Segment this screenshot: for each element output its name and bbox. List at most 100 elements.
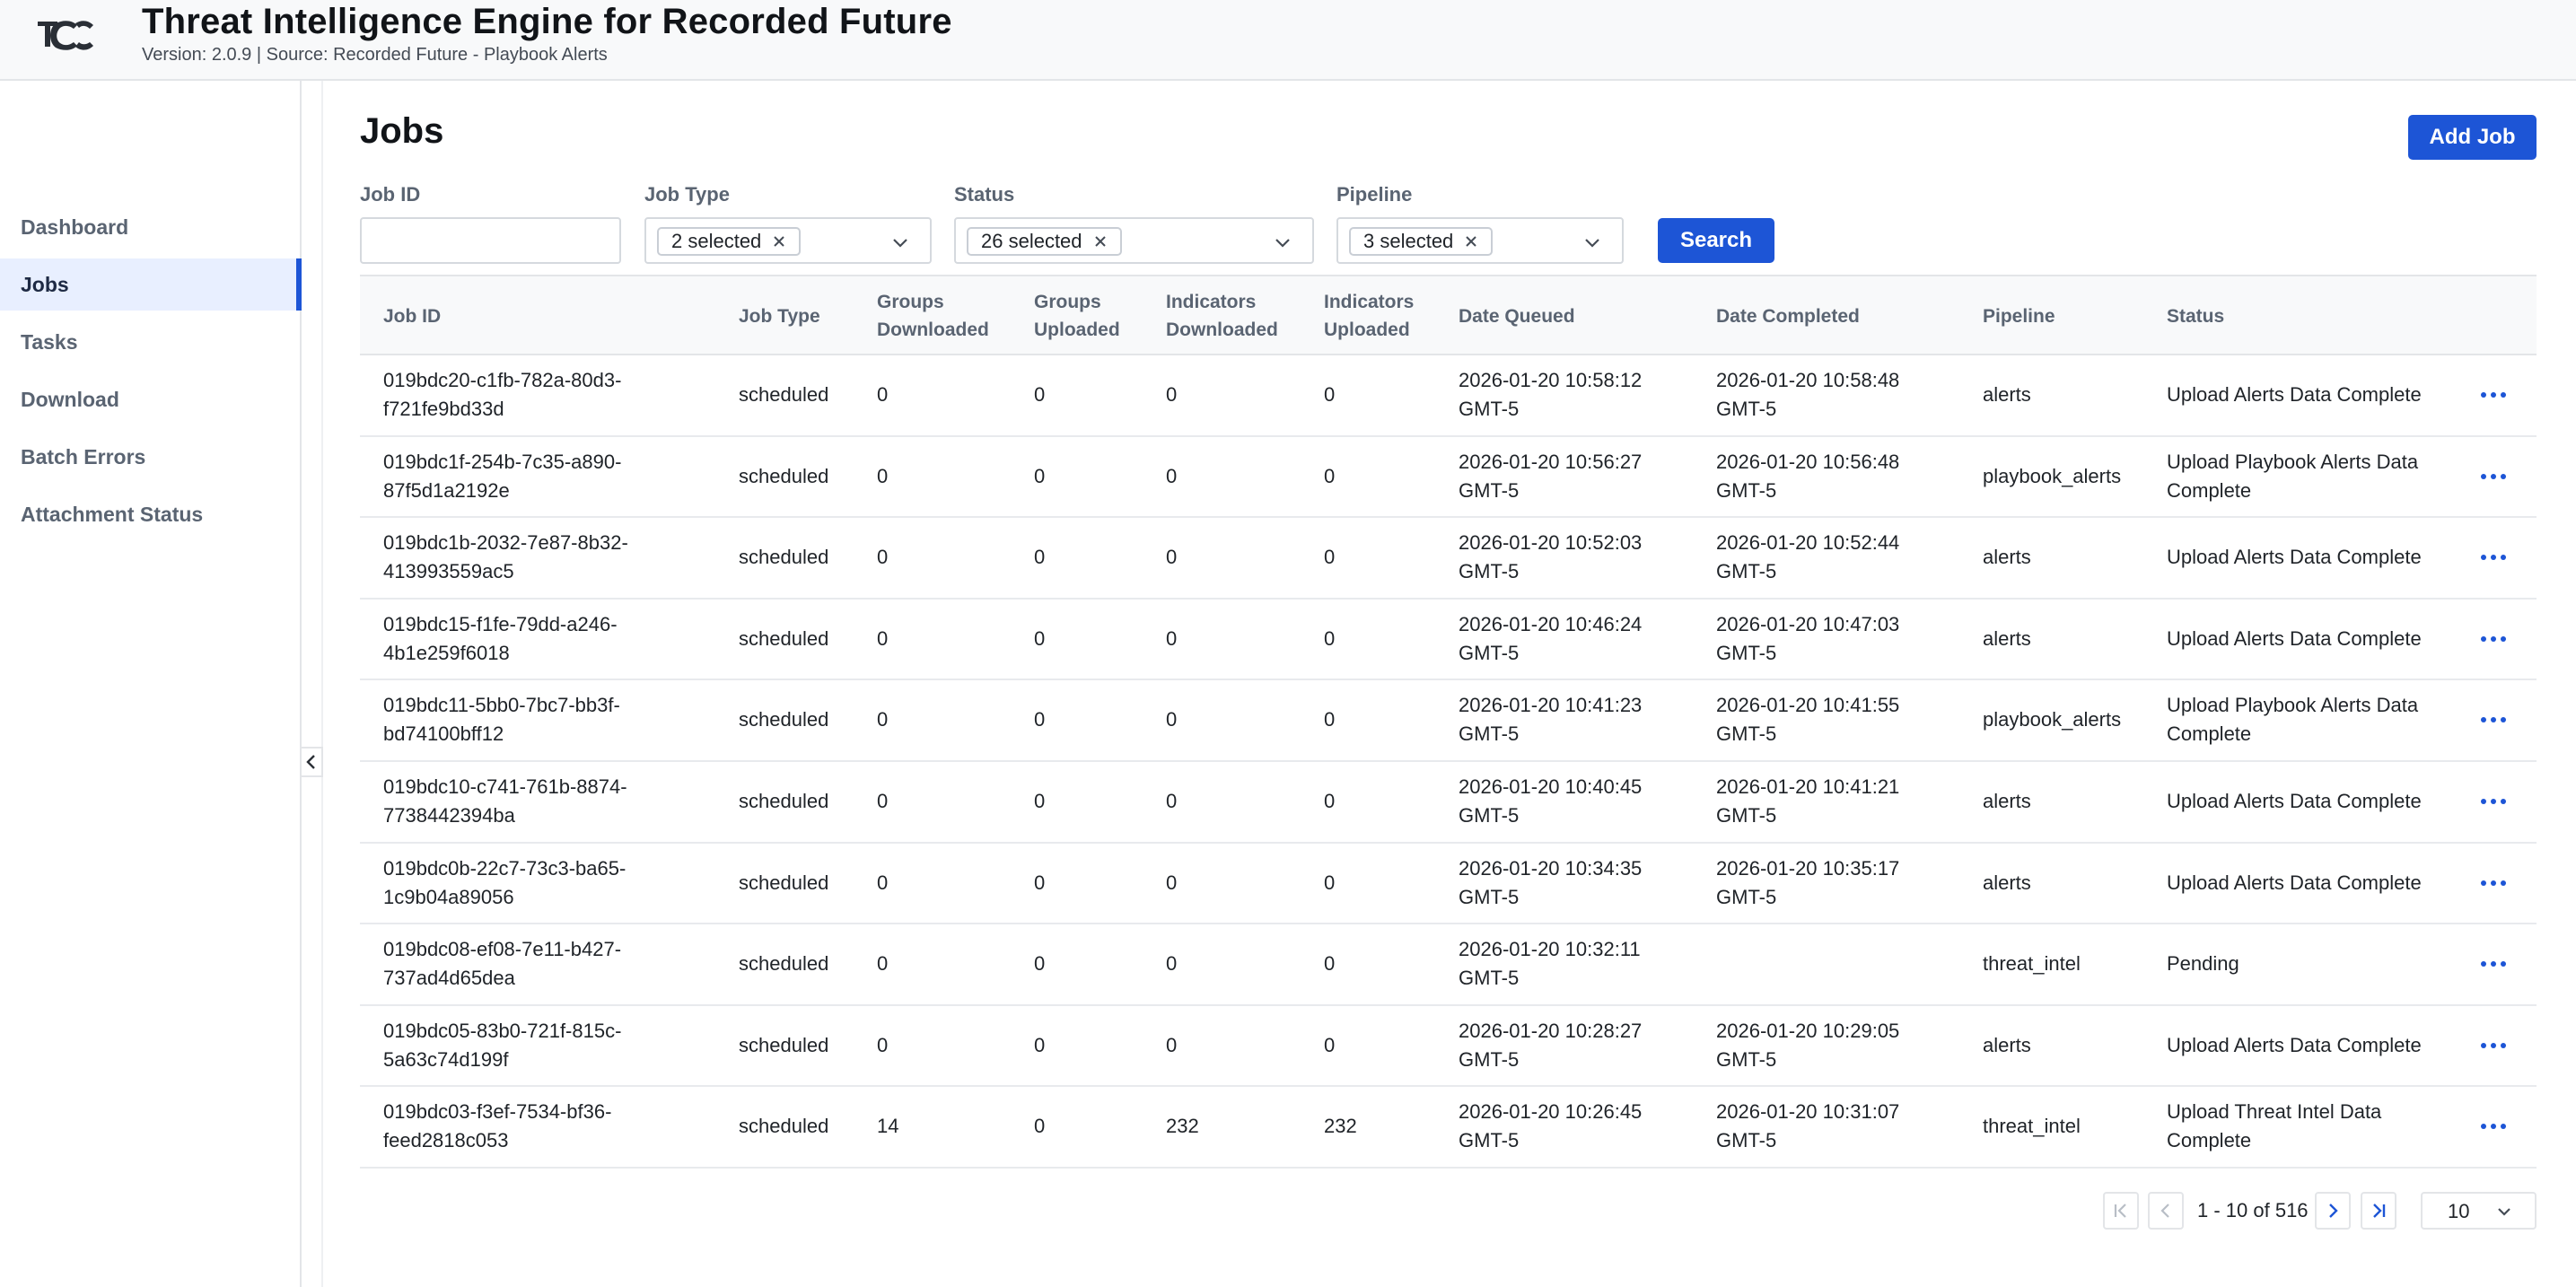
cell-job-id-line: bd74100bff12 bbox=[383, 722, 504, 746]
row-actions-button[interactable] bbox=[2475, 680, 2512, 759]
cell-status: Upload Alerts Data Complete bbox=[2167, 518, 2463, 597]
column-header-pipeline[interactable]: Pipeline bbox=[1983, 276, 2153, 355]
collapse-sidebar-button[interactable] bbox=[302, 747, 323, 777]
job-id-input[interactable] bbox=[360, 217, 621, 264]
cell-status-line: Upload Alerts Data Complete bbox=[2167, 871, 2422, 894]
row-actions-button[interactable] bbox=[2475, 518, 2512, 597]
cell-date-completed-line: 2026-01-20 10:29:05 bbox=[1716, 1019, 1900, 1042]
search-button[interactable]: Search bbox=[1658, 218, 1774, 263]
table-row[interactable]: 019bdc0b-22c7-73c3-ba65- 1c9b04a89056 sche… bbox=[360, 843, 2537, 925]
cell-job-id-line: 87f5d1a2192e bbox=[383, 478, 510, 502]
table-row[interactable]: 019bdc1b-2032-7e87-8b32- 413993559ac5 sche… bbox=[360, 518, 2537, 600]
add-job-button[interactable]: Add Job bbox=[2408, 115, 2537, 160]
cell-job-type: scheduled bbox=[739, 871, 829, 894]
cell-date-queued-line: GMT-5 bbox=[1459, 967, 1520, 990]
sidebar-item-batch-errors[interactable]: Batch Errors bbox=[0, 431, 302, 483]
sidebar-item-attachment-status[interactable]: Attachment Status bbox=[0, 488, 302, 540]
column-header-status[interactable]: Status bbox=[2167, 276, 2463, 355]
table-row[interactable]: 019bdc1f-254b-7c35-a890- 87f5d1a2192e sche… bbox=[360, 436, 2537, 519]
cell-job-id: 019bdc1b-2032-7e87-8b32- 413993559ac5 bbox=[383, 518, 724, 597]
cell-status-line: Upload Alerts Data Complete bbox=[2167, 626, 2422, 650]
cell-date-queued-lines: 2026-01-20 10:28:27 GMT-5 bbox=[1459, 1017, 1642, 1074]
column-header-indicators-downloaded[interactable]: Indicators Downloaded bbox=[1166, 276, 1310, 355]
cell-status-line: Upload Playbook Alerts Data bbox=[2167, 694, 2419, 717]
last-page-button[interactable] bbox=[2361, 1192, 2396, 1230]
cell-date-completed: 2026-01-20 10:52:44 GMT-5 bbox=[1716, 518, 1958, 597]
cell-groups-downloaded: 0 bbox=[877, 871, 889, 894]
cell-job-id-line: f721fe9bd33d bbox=[383, 398, 504, 420]
cell-job-id-line: 019bdc10-c741-761b-8874- bbox=[383, 775, 627, 798]
pipeline-chip-label: 3 selected bbox=[1363, 230, 1454, 252]
cell-date-completed: 2026-01-20 10:58:48 GMT-5 bbox=[1716, 355, 1958, 434]
sidebar-item-download[interactable]: Download bbox=[0, 373, 302, 425]
cell-date-queued-lines: 2026-01-20 10:26:45 GMT-5 bbox=[1459, 1098, 1642, 1155]
cell-job-type: scheduled bbox=[739, 464, 829, 487]
pagination-range: 1 - 10 of 516 bbox=[2197, 1199, 2309, 1221]
cell-status-line: Upload Alerts Data Complete bbox=[2167, 546, 2422, 569]
table-row[interactable]: 019bdc20-c1fb-782a-80d3- f721fe9bd33d sche… bbox=[360, 355, 2537, 437]
cell-job-type: scheduled bbox=[739, 952, 829, 976]
next-page-button[interactable] bbox=[2315, 1192, 2351, 1230]
table-row[interactable]: 019bdc05-83b0-721f-815c- 5a63c74d199f sche… bbox=[360, 1005, 2537, 1088]
row-actions-button[interactable] bbox=[2475, 355, 2512, 434]
table-row[interactable]: 019bdc08-ef08-7e11-b427- 737ad4d65dea sche… bbox=[360, 924, 2537, 1006]
column-header-date-queued[interactable]: Date Queued bbox=[1459, 276, 1701, 355]
cell-indicators-uploaded: 0 bbox=[1324, 546, 1336, 569]
cell-indicators-downloaded: 0 bbox=[1166, 708, 1178, 731]
row-actions-button[interactable] bbox=[2475, 844, 2512, 923]
column-header-job-id[interactable]: Job ID bbox=[383, 276, 724, 355]
column-header-groups-downloaded[interactable]: Groups Downloaded bbox=[877, 276, 1012, 355]
more-horizontal-icon bbox=[2481, 880, 2506, 886]
table-row[interactable]: 019bdc11-5bb0-7bc7-bb3f-bd74100bff12 sche… bbox=[360, 680, 2537, 762]
clear-status-icon[interactable] bbox=[1093, 234, 1108, 249]
cell-date-completed: 2026-01-20 10:35:17 GMT-5 bbox=[1716, 844, 1958, 923]
table-row[interactable]: 019bdc15-f1fe-79dd-a246- 4b1e259f6018 sche… bbox=[360, 599, 2537, 681]
sidebar: Dashboard Jobs Tasks Download Batch Erro… bbox=[0, 81, 302, 1287]
row-actions-button[interactable] bbox=[2475, 1006, 2512, 1085]
cell-date-queued-line: 2026-01-20 10:41:23 bbox=[1459, 694, 1643, 717]
table-body: 019bdc20-c1fb-782a-80d3- f721fe9bd33d sche… bbox=[360, 355, 2537, 1169]
cell-job-id-line: 019bdc05-83b0-721f-815c- bbox=[383, 1019, 622, 1042]
column-header-indicators-uploaded[interactable]: Indicators Uploaded bbox=[1324, 276, 1441, 355]
first-page-button[interactable] bbox=[2103, 1192, 2139, 1230]
row-actions-button[interactable] bbox=[2475, 924, 2512, 1003]
sidebar-item-dashboard[interactable]: Dashboard bbox=[0, 201, 302, 253]
sidebar-item-tasks[interactable]: Tasks bbox=[0, 316, 302, 368]
cell-status: Pending bbox=[2167, 924, 2463, 1003]
table-row[interactable]: 019bdc03-f3ef-7534-bf36- feed2818c053 sche… bbox=[360, 1087, 2537, 1169]
row-actions-button[interactable] bbox=[2475, 437, 2512, 516]
cell-date-completed-line: 2026-01-20 10:56:48 bbox=[1716, 450, 1900, 473]
column-header-date-completed[interactable]: Date Completed bbox=[1716, 276, 1958, 355]
pipeline-select[interactable]: 3 selected bbox=[1336, 217, 1624, 264]
row-actions-button[interactable] bbox=[2475, 762, 2512, 841]
cell-date-queued-line: GMT-5 bbox=[1459, 722, 1520, 746]
column-header-groups-uploaded[interactable]: Groups Uploaded bbox=[1034, 276, 1142, 355]
previous-page-button[interactable] bbox=[2148, 1192, 2184, 1230]
cell-groups-uploaded: 0 bbox=[1034, 789, 1046, 812]
page-size-select[interactable]: 10 bbox=[2421, 1192, 2537, 1230]
cell-groups-downloaded: 0 bbox=[877, 952, 889, 976]
job-type-select[interactable]: 2 selected bbox=[644, 217, 932, 264]
cell-indicators-uploaded: 0 bbox=[1324, 626, 1336, 650]
app-title: Threat Intelligence Engine for Recorded … bbox=[142, 2, 952, 41]
column-header-job-type[interactable]: Job Type bbox=[739, 276, 864, 355]
cell-status-line: Upload Alerts Data Complete bbox=[2167, 1033, 2422, 1056]
cell-date-queued-lines: 2026-01-20 10:32:11 GMT-5 bbox=[1459, 935, 1641, 993]
row-actions-button[interactable] bbox=[2475, 1087, 2512, 1166]
clear-job-type-icon[interactable] bbox=[772, 234, 786, 249]
cell-date-completed-line: GMT-5 bbox=[1716, 1129, 1777, 1152]
cell-job-id: 019bdc05-83b0-721f-815c- 5a63c74d199f bbox=[383, 1006, 724, 1085]
cell-date-queued: 2026-01-20 10:46:24 GMT-5 bbox=[1459, 600, 1701, 679]
status-selected-chip: 26 selected bbox=[967, 227, 1122, 256]
clear-pipeline-icon[interactable] bbox=[1464, 234, 1478, 249]
sidebar-item-jobs[interactable]: Jobs bbox=[0, 258, 302, 311]
cell-date-completed: 2026-01-20 10:41:21 GMT-5 bbox=[1716, 762, 1958, 841]
status-select[interactable]: 26 selected bbox=[954, 217, 1314, 264]
table-row[interactable]: 019bdc10-c741-761b-8874- 7738442394ba sche… bbox=[360, 761, 2537, 844]
cell-date-queued-line: GMT-5 bbox=[1459, 478, 1520, 502]
cell-status-line: Complete bbox=[2167, 478, 2252, 502]
cell-date-queued-line: 2026-01-20 10:26:45 bbox=[1459, 1100, 1643, 1124]
row-actions-button[interactable] bbox=[2475, 600, 2512, 679]
cell-date-queued-line: 2026-01-20 10:52:03 bbox=[1459, 531, 1643, 555]
cell-date-queued: 2026-01-20 10:32:11 GMT-5 bbox=[1459, 924, 1701, 1003]
